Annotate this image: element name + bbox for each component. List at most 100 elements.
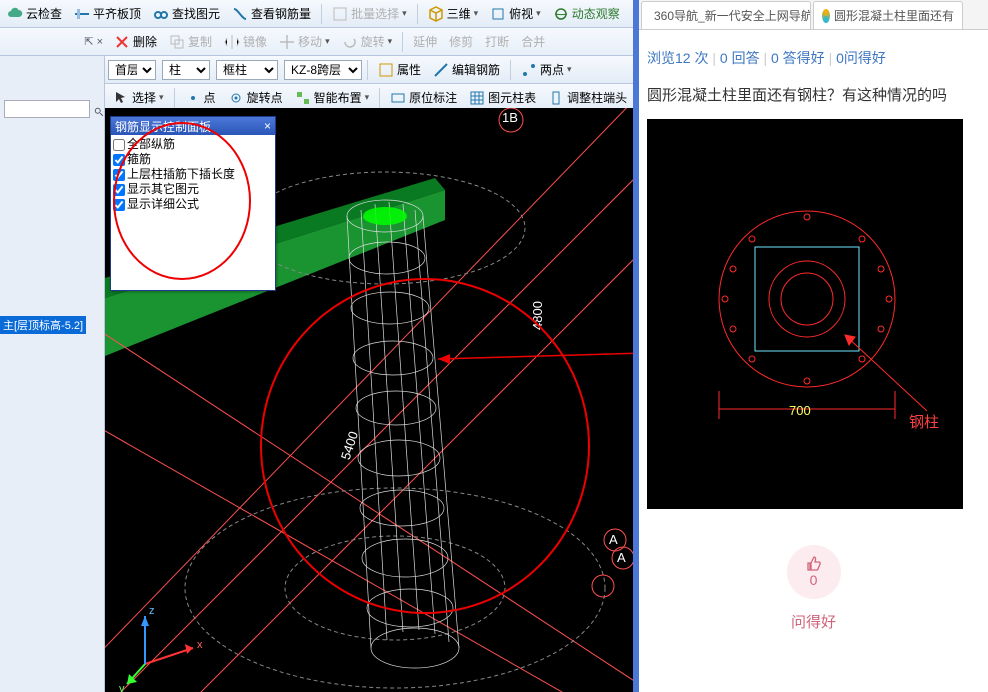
rotate-button[interactable]: 旋转▾: [337, 30, 398, 53]
browser-pane: 360导航_新一代安全上网导航 ✕ 圆形混凝土柱里面还有 浏览12 次 | 0 …: [639, 0, 988, 692]
floor-tag[interactable]: 主[层顶标高-5.2]: [0, 316, 86, 334]
cloud-check-button[interactable]: 云检查: [2, 2, 67, 25]
batch-select-button[interactable]: 批量选择 ▾: [327, 2, 412, 25]
tab-question[interactable]: 圆形混凝土柱里面还有: [813, 1, 963, 29]
dim-4800: 4800: [530, 301, 545, 330]
point-label: 点: [204, 89, 216, 106]
find-element-button[interactable]: 查找图元: [148, 2, 225, 25]
caret-icon: ▾: [474, 8, 479, 19]
cloud-check-label: 云检查: [26, 5, 62, 22]
view-3d-label: 三维: [447, 5, 471, 22]
attributes-button[interactable]: 属性: [373, 58, 426, 81]
panel-title: 钢筋显示控制面板: [115, 118, 211, 135]
delete-button[interactable]: 删除: [109, 30, 162, 53]
align-slab-label: 平齐板顶: [93, 5, 141, 22]
panel-titlebar[interactable]: 钢筋显示控制面板 ×: [111, 117, 275, 135]
orbit-label: 动态观察: [572, 5, 620, 22]
search-input[interactable]: [4, 100, 90, 118]
toolbar-row-2: ⇱ × 删除 复制 镜像 移动▾ 旋转▾ 延伸 修剪 打断 合并: [0, 28, 639, 56]
cloud-icon: [7, 6, 23, 22]
chk-all-long[interactable]: [113, 139, 125, 151]
type-select[interactable]: 框柱: [216, 60, 278, 80]
two-points-button[interactable]: 两点▾: [516, 58, 577, 81]
caret-icon: ▾: [567, 64, 572, 75]
chk-label: 上层柱插筋下插长度: [127, 167, 235, 182]
orbit-button[interactable]: 动态观察: [548, 2, 625, 25]
trim-label: 修剪: [449, 33, 473, 50]
caret-icon: ▾: [536, 8, 541, 19]
edit-rebar-button[interactable]: 编辑钢筋: [428, 58, 505, 81]
chk-upper-insert[interactable]: [113, 169, 125, 181]
stat-good-question[interactable]: 0问得好: [836, 50, 886, 66]
break-label: 打断: [485, 33, 509, 50]
rotpt-icon: [228, 90, 244, 106]
category-select[interactable]: 柱: [162, 60, 210, 80]
merge-button[interactable]: 合并: [516, 30, 550, 53]
extend-button[interactable]: 延伸: [408, 30, 442, 53]
toolbar-row-1: 云检查 平齐板顶 查找图元 查看钢筋量 批量选择 ▾ 三维 ▾ 俯视: [0, 0, 639, 28]
point-button[interactable]: 点: [180, 86, 221, 109]
chk-detail-formula[interactable]: [113, 199, 125, 211]
steel-column-label: 钢柱: [909, 411, 939, 432]
break-button[interactable]: 打断: [480, 30, 514, 53]
stat-views[interactable]: 浏览12 次: [647, 50, 708, 66]
panel-pin-controls[interactable]: ⇱ ×: [2, 35, 107, 48]
left-panel: 主[层顶标高-5.2]: [0, 56, 105, 692]
move-label: 移动: [298, 33, 322, 50]
separator: [379, 88, 380, 108]
separator: [321, 4, 322, 24]
rebar-quantity-button[interactable]: 查看钢筋量: [227, 2, 316, 25]
member-select[interactable]: KZ-8跨层: [284, 60, 362, 80]
rotate-label: 旋转: [361, 33, 385, 50]
orig-note-button[interactable]: 原位标注: [385, 86, 462, 109]
copy-button[interactable]: 复制: [164, 30, 217, 53]
top-view-button[interactable]: 俯视 ▾: [485, 2, 546, 25]
chk-label: 显示其它图元: [127, 182, 199, 197]
favicon-e-icon: [822, 9, 830, 23]
chk-label: 箍筋: [127, 152, 151, 167]
mirror-button[interactable]: 镜像: [219, 30, 272, 53]
close-icon[interactable]: ×: [264, 119, 271, 133]
separator: [510, 60, 511, 80]
smart-layout-button[interactable]: 智能布置▾: [290, 86, 375, 109]
trim-button[interactable]: 修剪: [444, 30, 478, 53]
stat-good-answer[interactable]: 0 答得好: [771, 50, 825, 66]
topview-icon: [490, 6, 506, 22]
pin-close-label: ⇱ ×: [84, 35, 103, 48]
cube-icon: [428, 6, 444, 22]
smart-icon: [295, 90, 311, 106]
section-diagram: 700 钢柱: [647, 119, 963, 509]
chk-other-el[interactable]: [113, 184, 125, 196]
panel-body: 全部纵筋 箍筋 上层柱插筋下插长度 显示其它图元 显示详细公式: [111, 135, 275, 290]
mirror-label: 镜像: [243, 33, 267, 50]
adjust-head-button[interactable]: 调整柱端头: [543, 86, 632, 109]
delete-icon: [114, 34, 130, 50]
grid-label-1b: 1B: [502, 110, 518, 125]
rebar-qty-icon: [232, 6, 248, 22]
find-element-label: 查找图元: [172, 5, 220, 22]
rebar-display-panel[interactable]: 钢筋显示控制面板 × 全部纵筋 箍筋 上层柱插筋下插长度 显示其它图元 显示详细…: [110, 116, 276, 291]
align-icon: [74, 6, 90, 22]
rotation-point-label: 旋转点: [247, 89, 283, 106]
select-button[interactable]: 选择▾: [108, 86, 169, 109]
chk-label: 全部纵筋: [127, 137, 175, 152]
separator: [367, 60, 368, 80]
element-table-button[interactable]: 图元柱表: [464, 86, 541, 109]
tab-360nav[interactable]: 360导航_新一代安全上网导航 ✕: [641, 1, 811, 29]
svg-text:x: x: [197, 639, 203, 651]
rotation-point-button[interactable]: 旋转点: [223, 86, 288, 109]
stat-answers[interactable]: 0 回答: [720, 50, 760, 66]
chk-stirrup[interactable]: [113, 154, 125, 166]
move-button[interactable]: 移动▾: [274, 30, 335, 53]
view-3d-button[interactable]: 三维 ▾: [423, 2, 484, 25]
like-button[interactable]: 0: [787, 545, 841, 599]
binoculars-icon: [153, 6, 169, 22]
search-icon[interactable]: [94, 105, 104, 119]
caret-icon: ▾: [388, 36, 393, 47]
mirror-icon: [224, 34, 240, 50]
separator: [174, 88, 175, 108]
move-icon: [279, 34, 295, 50]
floor-select[interactable]: 首层: [108, 60, 156, 80]
batch-icon: [332, 6, 348, 22]
align-slab-button[interactable]: 平齐板顶: [69, 2, 146, 25]
